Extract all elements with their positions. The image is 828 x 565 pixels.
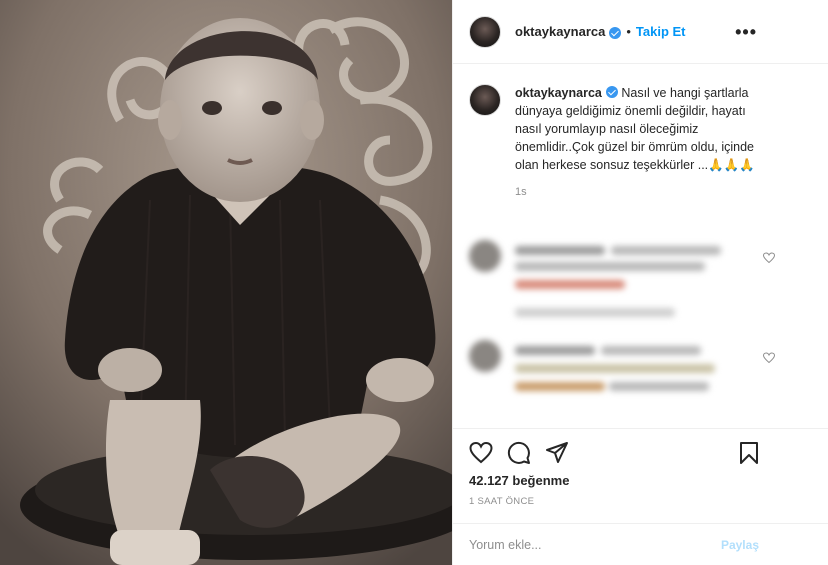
post-header: oktaykaynarca • Takip Et ••• [453, 0, 828, 64]
caption-time: 1s [515, 186, 527, 198]
post-timestamp[interactable]: 1 SAAT ÖNCE [469, 496, 534, 507]
bookmark-icon[interactable] [737, 441, 761, 465]
more-options-icon[interactable]: ••• [735, 22, 757, 43]
post-photo [0, 0, 452, 565]
comment-text-placeholder [609, 382, 709, 391]
post-sidebar: oktaykaynarca • Takip Et ••• oktaykaynar… [452, 0, 828, 565]
comment-item [469, 240, 775, 320]
author-avatar[interactable] [469, 15, 501, 48]
post-actions: 42.127 beğenme 1 SAAT ÖNCE [453, 428, 828, 538]
caption: oktaykaynarca Nasıl ve hangi şartlarla d… [469, 84, 759, 198]
comment-username-placeholder [515, 346, 595, 355]
caption-avatar[interactable] [469, 84, 501, 116]
comment-avatar [469, 340, 501, 372]
heart-icon[interactable] [469, 441, 493, 465]
baby-photo-illustration [0, 0, 452, 565]
caption-body: oktaykaynarca Nasıl ve hangi şartlarla d… [515, 84, 759, 174]
instagram-post: oktaykaynarca • Takip Et ••• oktaykaynar… [0, 0, 828, 565]
follow-button[interactable]: Takip Et [636, 24, 686, 39]
comment-text-placeholder [515, 364, 715, 373]
comment-avatar [469, 240, 501, 272]
comment-emoji-placeholder [515, 382, 605, 391]
comment-like-heart-icon[interactable] [763, 252, 775, 264]
comment-input[interactable] [469, 534, 709, 556]
add-comment-bar: Paylaş [453, 523, 828, 565]
comment-like-heart-icon[interactable] [763, 352, 775, 364]
verified-badge-icon [609, 26, 622, 39]
share-icon[interactable] [545, 441, 569, 465]
post-comment-button[interactable]: Paylaş [721, 538, 759, 552]
comment-text-placeholder [515, 262, 705, 271]
author-username[interactable]: oktaykaynarca [515, 24, 605, 39]
caption-username[interactable]: oktaykaynarca [515, 86, 602, 100]
likes-count[interactable]: 42.127 beğenme [469, 473, 569, 488]
comment-username-placeholder [515, 246, 605, 255]
comment-text-placeholder [601, 346, 701, 355]
comment-item [469, 340, 775, 415]
caption-verified-badge-icon [605, 86, 618, 98]
comment-meta-placeholder [515, 308, 675, 317]
comment-icon[interactable] [507, 441, 531, 465]
comment-text-placeholder [611, 246, 721, 255]
separator-dot: • [626, 24, 631, 39]
comment-emoji-placeholder [515, 280, 625, 289]
